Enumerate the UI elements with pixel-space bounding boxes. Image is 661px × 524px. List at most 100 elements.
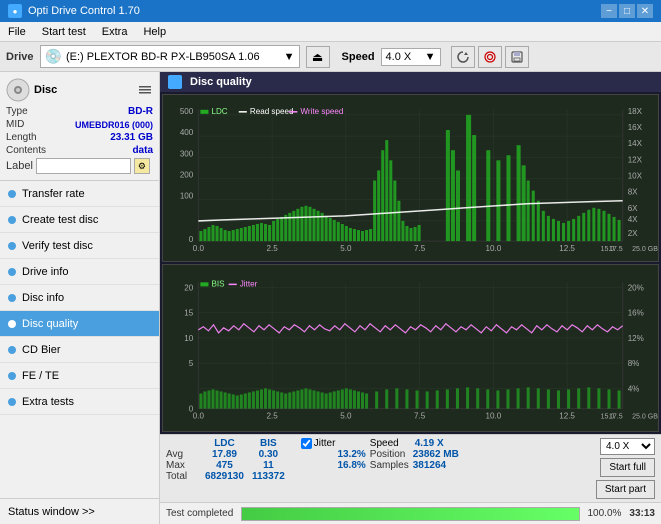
sidebar-item-fe-te[interactable]: FE / TE bbox=[0, 363, 159, 389]
main-content: Disc Type BD-R MID UMEBDR016 (000) Lengt… bbox=[0, 72, 661, 524]
svg-text:200: 200 bbox=[180, 170, 194, 179]
svg-text:LDC: LDC bbox=[211, 107, 227, 116]
top-chart: 500 400 300 200 100 0 0.0 2.5 5.0 7.5 10… bbox=[162, 94, 659, 262]
drive-bar: Drive 💿 (E:) PLEXTOR BD-R PX-LB950SA 1.0… bbox=[0, 42, 661, 72]
svg-text:Write speed: Write speed bbox=[300, 107, 343, 116]
svg-text:400: 400 bbox=[180, 128, 194, 137]
sidebar-item-drive-info[interactable]: Drive info bbox=[0, 259, 159, 285]
svg-text:10X: 10X bbox=[628, 172, 643, 181]
top-chart-svg: 500 400 300 200 100 0 0.0 2.5 5.0 7.5 10… bbox=[163, 95, 658, 261]
samples-label: Samples bbox=[366, 460, 413, 471]
sidebar-item-verify-test-disc[interactable]: Verify test disc bbox=[0, 233, 159, 259]
nav-label: Disc quality bbox=[22, 318, 78, 330]
svg-text:2.5: 2.5 bbox=[266, 412, 278, 421]
close-button[interactable]: ✕ bbox=[637, 4, 653, 18]
progress-percent: 100.0% bbox=[588, 508, 622, 519]
nav-dot bbox=[8, 346, 16, 354]
svg-text:Jitter: Jitter bbox=[240, 279, 258, 288]
jitter-checkbox[interactable] bbox=[301, 438, 312, 449]
settings-button[interactable] bbox=[478, 46, 502, 68]
minimize-button[interactable]: − bbox=[601, 4, 617, 18]
svg-text:0.0: 0.0 bbox=[193, 412, 205, 421]
svg-text:10: 10 bbox=[184, 334, 193, 343]
progress-track bbox=[241, 507, 579, 521]
svg-text:2X: 2X bbox=[628, 229, 638, 238]
jitter-checkbox-label[interactable]: Jitter bbox=[301, 438, 336, 449]
menu-help[interactable]: Help bbox=[135, 24, 174, 40]
svg-text:17.5: 17.5 bbox=[609, 414, 623, 421]
nav-label: Drive info bbox=[22, 266, 68, 278]
svg-text:15: 15 bbox=[184, 309, 193, 318]
nav-label: Disc info bbox=[22, 292, 64, 304]
speed-label: Speed bbox=[342, 51, 375, 63]
svg-text:6X: 6X bbox=[628, 204, 638, 213]
status-window-label: Status window >> bbox=[8, 506, 95, 518]
save-button[interactable] bbox=[505, 46, 529, 68]
speed-label: Speed bbox=[366, 438, 413, 449]
nav-label: CD Bier bbox=[22, 344, 61, 356]
svg-text:0: 0 bbox=[189, 235, 194, 244]
menu-file[interactable]: File bbox=[0, 24, 34, 40]
speed-value: 4.19 X bbox=[413, 438, 459, 449]
stats-bar: LDC BIS Jitter Speed 4.19 X bbox=[160, 434, 661, 502]
bottom-chart: 20 15 10 5 0 0.0 2.5 5.0 7.5 10.0 12.5 1… bbox=[162, 264, 659, 432]
avg-bis: 0.30 bbox=[248, 449, 289, 460]
total-label: Total bbox=[166, 471, 201, 482]
svg-text:5: 5 bbox=[189, 359, 194, 368]
refresh-button[interactable] bbox=[451, 46, 475, 68]
svg-text:16%: 16% bbox=[628, 309, 644, 318]
sidebar: Disc Type BD-R MID UMEBDR016 (000) Lengt… bbox=[0, 72, 160, 524]
dropdown-icon: ▼ bbox=[284, 51, 295, 63]
nav-dot bbox=[8, 398, 16, 406]
svg-text:4X: 4X bbox=[628, 215, 638, 224]
svg-text:8%: 8% bbox=[628, 359, 640, 368]
nav-dot bbox=[8, 268, 16, 276]
svg-text:7.5: 7.5 bbox=[414, 244, 426, 253]
sidebar-item-extra-tests[interactable]: Extra tests bbox=[0, 389, 159, 415]
menu-extra[interactable]: Extra bbox=[94, 24, 136, 40]
length-label: Length bbox=[6, 132, 37, 143]
nav-dot bbox=[8, 190, 16, 198]
chart-header: Disc quality bbox=[160, 72, 661, 92]
svg-text:20: 20 bbox=[184, 283, 193, 292]
mid-value: UMEBDR016 (000) bbox=[75, 120, 153, 130]
drive-selector[interactable]: 💿 (E:) PLEXTOR BD-R PX-LB950SA 1.06 ▼ bbox=[40, 45, 300, 68]
status-window-button[interactable]: Status window >> bbox=[0, 498, 159, 524]
svg-text:14X: 14X bbox=[628, 139, 643, 148]
speed-selector[interactable]: 4.0 X ▼ bbox=[381, 48, 441, 66]
sidebar-item-disc-quality[interactable]: Disc quality bbox=[0, 311, 159, 337]
nav-dot bbox=[8, 242, 16, 250]
menu-bar: File Start test Extra Help bbox=[0, 22, 661, 42]
speed-value: 4.0 X bbox=[386, 51, 423, 63]
svg-text:20%: 20% bbox=[628, 283, 644, 292]
svg-text:4%: 4% bbox=[628, 384, 640, 393]
start-full-button[interactable]: Start full bbox=[600, 458, 655, 477]
svg-text:18X: 18X bbox=[628, 107, 643, 116]
progress-fill bbox=[242, 508, 578, 520]
maximize-button[interactable]: □ bbox=[619, 4, 635, 18]
sidebar-item-disc-info[interactable]: Disc info bbox=[0, 285, 159, 311]
chart-title: Disc quality bbox=[190, 76, 252, 88]
svg-text:BIS: BIS bbox=[211, 279, 225, 288]
progress-bar-area: Test completed 100.0% 33:13 bbox=[160, 502, 661, 524]
sidebar-item-create-test-disc[interactable]: Create test disc bbox=[0, 207, 159, 233]
menu-start-test[interactable]: Start test bbox=[34, 24, 94, 40]
sidebar-item-transfer-rate[interactable]: Transfer rate bbox=[0, 181, 159, 207]
total-ldc: 6829130 bbox=[201, 471, 248, 482]
nav-label: Extra tests bbox=[22, 396, 74, 408]
svg-text:12.5: 12.5 bbox=[559, 244, 575, 253]
speed-combo-select[interactable]: 4.0 X bbox=[600, 438, 655, 455]
svg-text:12X: 12X bbox=[628, 155, 643, 164]
nav-label: Create test disc bbox=[22, 214, 98, 226]
label-apply-button[interactable]: ⚙ bbox=[134, 158, 150, 174]
sidebar-item-cd-bier[interactable]: CD Bier bbox=[0, 337, 159, 363]
contents-label: Contents bbox=[6, 145, 46, 156]
svg-text:10.0: 10.0 bbox=[485, 244, 501, 253]
start-part-button[interactable]: Start part bbox=[596, 480, 655, 499]
label-input[interactable] bbox=[36, 158, 131, 174]
svg-text:100: 100 bbox=[180, 192, 194, 201]
app-title: Opti Drive Control 1.70 bbox=[28, 5, 140, 17]
bis-header: BIS bbox=[248, 438, 289, 449]
position-value: 23862 MB bbox=[413, 449, 459, 460]
eject-button[interactable]: ⏏ bbox=[306, 46, 330, 68]
